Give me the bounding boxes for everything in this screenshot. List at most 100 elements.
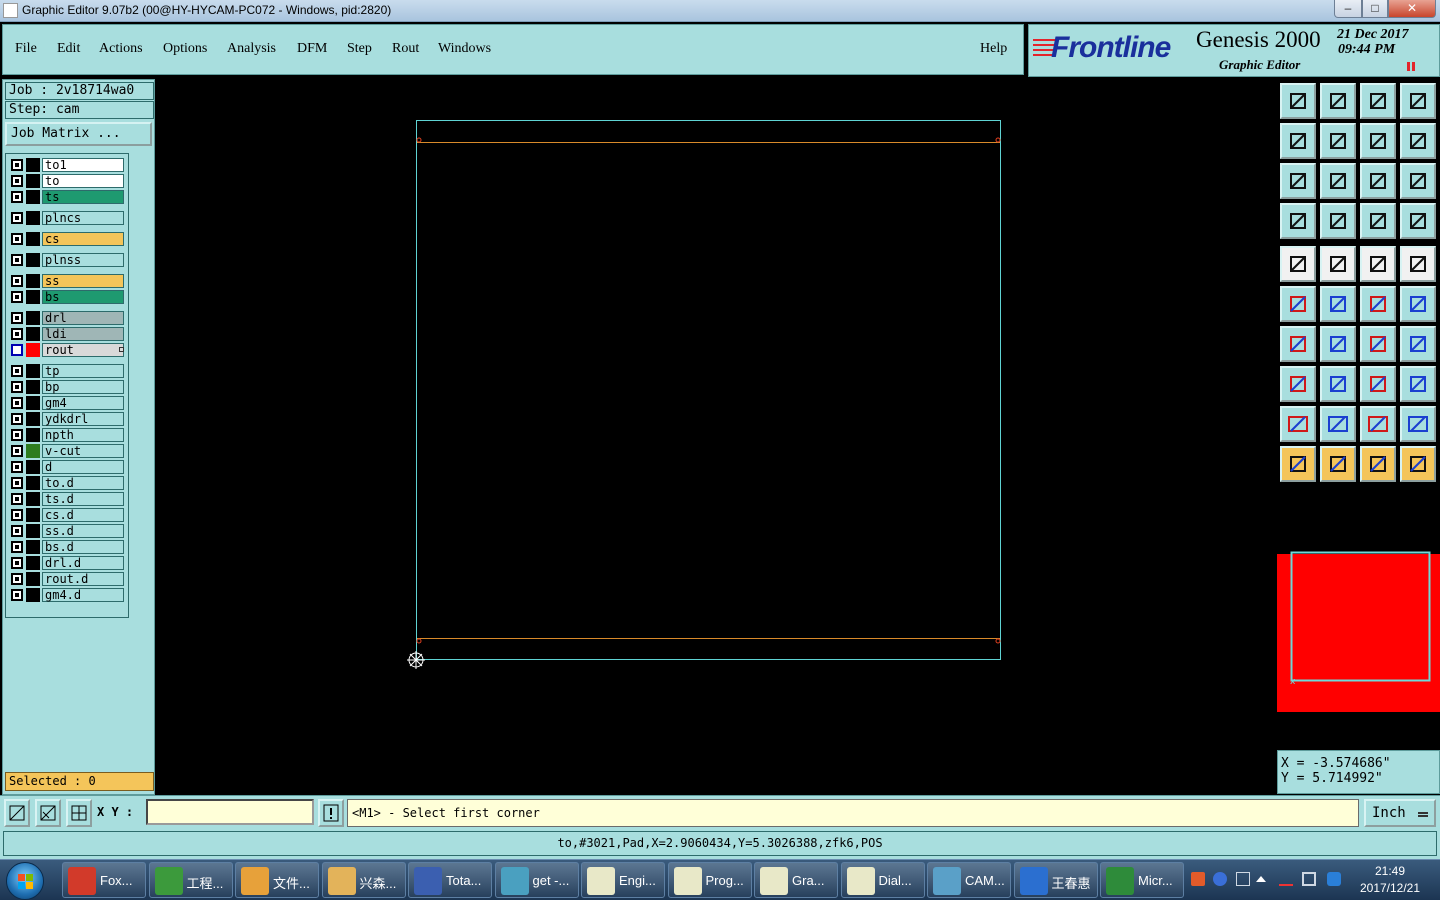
taskbar-item[interactable]: Fox... [62,862,146,898]
layer-row[interactable]: cs.d [9,508,127,522]
layer-checkbox[interactable] [11,397,23,409]
layer-checkbox[interactable] [11,159,23,171]
layers-red-icon[interactable] [1360,203,1396,239]
layer-swatch[interactable] [26,253,40,267]
graphic-canvas[interactable] [157,79,1275,795]
export-icon[interactable] [1320,83,1356,119]
minus-icon[interactable] [1320,366,1356,402]
layer-swatch[interactable] [26,572,40,586]
layer-row[interactable]: bp [9,380,127,394]
layer-name[interactable]: cs [42,232,124,246]
layer-checkbox[interactable] [11,429,23,441]
overview-map[interactable]: x [1277,544,1440,712]
minimize-button[interactable]: – [1334,0,1362,18]
layer-row[interactable]: drl [9,311,127,325]
taskbar-item[interactable]: Dial... [840,862,925,898]
grid-icon[interactable] [1320,203,1356,239]
layer-checkbox[interactable] [11,191,23,203]
layer-row[interactable]: v-cut [9,444,127,458]
layer-swatch[interactable] [26,508,40,522]
pointer-path-icon[interactable] [1400,446,1436,482]
layer-checkbox[interactable] [11,461,23,473]
ruler-icon[interactable] [1360,246,1396,282]
layer-name[interactable]: to1 [42,158,124,172]
taskbar-item[interactable]: Micr... [1100,862,1184,898]
layer-swatch[interactable] [26,556,40,570]
split-icon[interactable] [1400,326,1436,362]
layer-name[interactable]: ss [42,274,124,288]
layer-row[interactable]: to.d [9,476,127,490]
sogou-icon[interactable] [1191,872,1205,886]
layer-checkbox[interactable] [11,291,23,303]
layer-row[interactable]: drl.d [9,556,127,570]
menu-help[interactable]: Help [980,41,1007,57]
menu-analysis[interactable]: Analysis [227,41,276,57]
layer-checkbox[interactable] [11,254,23,266]
connect-icon[interactable] [1280,286,1316,322]
tray-tool-icon[interactable] [1236,872,1250,886]
layer-row[interactable]: cs [9,232,127,246]
move-pair2-icon[interactable] [1400,286,1436,322]
layer-row[interactable]: gm4.d [9,588,127,602]
layer-row[interactable]: bs [9,290,127,304]
menu-edit[interactable]: Edit [57,41,80,57]
alert-icon[interactable] [318,799,344,827]
layer-swatch[interactable] [26,290,40,304]
layer-swatch[interactable] [26,343,40,357]
delete-x-icon[interactable] [1320,286,1356,322]
layer-name[interactable]: drl [42,311,124,325]
line-draw-icon[interactable] [1320,326,1356,362]
layer-name[interactable]: ydkdrl [42,412,124,426]
layer-row[interactable]: npth [9,428,127,442]
layer-row[interactable]: ss.d [9,524,127,538]
taskbar-item[interactable]: 文件... [235,862,319,898]
pointer-icon[interactable] [1280,446,1316,482]
menu-windows[interactable]: Windows [438,41,491,57]
layer-name[interactable]: rout [42,343,124,357]
close-button[interactable]: ✕ [1388,0,1436,18]
menu-options[interactable]: Options [163,41,207,57]
layer-swatch[interactable] [26,211,40,225]
start-button[interactable] [6,862,44,900]
xy-input[interactable] [146,799,314,825]
layer-checkbox[interactable] [11,557,23,569]
layer-swatch[interactable] [26,364,40,378]
layer-row[interactable]: ss [9,274,127,288]
layer-row[interactable]: ts.d [9,492,127,506]
shapes-icon[interactable] [1400,366,1436,402]
layer-checkbox[interactable] [11,344,23,356]
layer-row[interactable]: tp [9,364,127,378]
layer-checkbox[interactable] [11,381,23,393]
taskbar-item[interactable]: CAM... [927,862,1011,898]
network-alert-icon[interactable] [1279,872,1293,886]
layer-swatch[interactable] [26,174,40,188]
layer-row[interactable]: to1 [9,158,127,172]
layer-name[interactable]: bs [42,290,124,304]
layer-name[interactable]: bp [42,380,124,394]
measure-icon[interactable] [35,799,61,827]
layer-name[interactable]: rout.d [42,572,124,586]
layer-row[interactable]: d [9,460,127,474]
layer-checkbox[interactable] [11,493,23,505]
pointer-circle-icon[interactable] [1360,446,1396,482]
tray-date[interactable]: 2017/12/21 [1350,881,1430,895]
pan-left-icon[interactable] [1280,123,1316,159]
layer-swatch[interactable] [26,524,40,538]
layer-row[interactable]: rout.d [9,572,127,586]
layer-swatch[interactable] [26,428,40,442]
tray-time[interactable]: 21:49 [1355,864,1425,878]
snake-icon[interactable] [1400,123,1436,159]
layer-swatch[interactable] [26,444,40,458]
select-polygon-icon[interactable] [1320,246,1356,282]
layer-name[interactable]: gm4 [42,396,124,410]
menu-step[interactable]: Step [347,41,372,57]
layer-swatch[interactable] [26,380,40,394]
layer-name[interactable]: ss.d [42,524,124,538]
zoom-fit-icon[interactable] [1280,163,1316,199]
layer-name[interactable]: ts.d [42,492,124,506]
layer-swatch[interactable] [26,311,40,325]
layer-row[interactable]: plnss [9,253,127,267]
layer-swatch[interactable] [26,540,40,554]
layer-name[interactable]: to.d [42,476,124,490]
home-icon[interactable] [1360,83,1396,119]
